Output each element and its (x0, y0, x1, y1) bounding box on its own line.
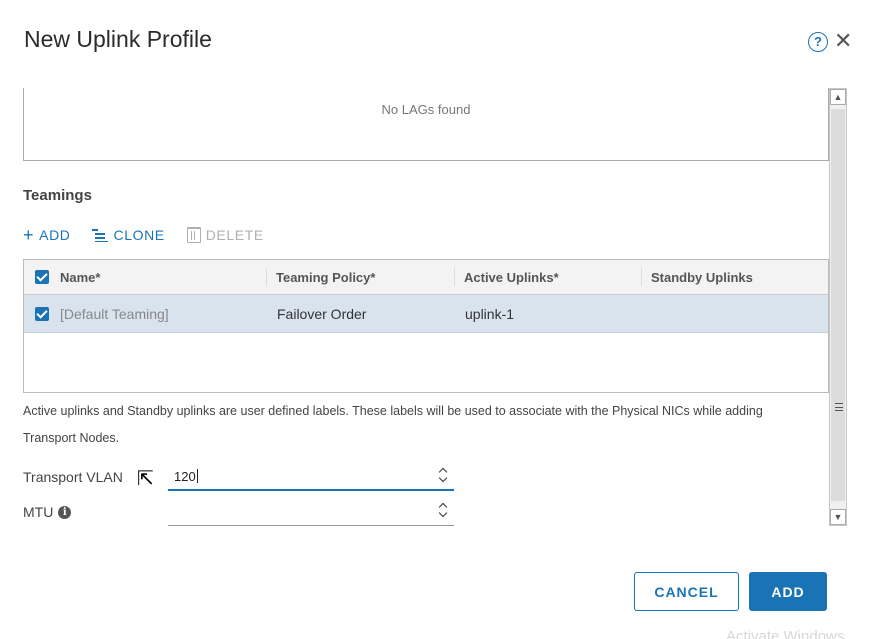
delete-teaming-button[interactable]: DELETE (186, 227, 264, 243)
add-button[interactable]: ADD (749, 572, 827, 611)
lags-grid: No LAGs found (23, 88, 829, 161)
column-header-teaming-policy[interactable]: Teaming Policy * (276, 260, 375, 294)
column-header-name[interactable]: Name * (60, 260, 100, 294)
teamings-grid-header: Name * Teaming Policy * Active Uplinks * St… (24, 260, 828, 295)
mtu-label: MTU i (23, 504, 72, 520)
note-line-2: Transport Nodes. (23, 431, 120, 445)
teaming-name-cell: [Default Teaming] (60, 305, 169, 322)
column-header-standby-uplinks[interactable]: Standby Uplinks (651, 260, 753, 294)
cancel-button[interactable]: CANCEL (634, 572, 739, 611)
transport-vlan-spinner[interactable] (438, 467, 448, 483)
uplink-profile-dialog: New Uplink Profile ? ✕ No LAGs found Tea… (0, 0, 872, 639)
activate-windows-watermark: Activate Windows (726, 628, 845, 639)
teamings-section-title: Teamings (23, 187, 92, 204)
plus-icon: + (23, 225, 35, 245)
scroll-down-button[interactable]: ▼ (830, 509, 846, 525)
column-header-active-uplinks[interactable]: Active Uplinks * (464, 260, 559, 294)
add-teaming-label: ADD (39, 227, 71, 243)
lags-empty-message: No LAGs found (381, 102, 471, 117)
transport-vlan-value: 120 (174, 468, 196, 484)
dialog-title: New Uplink Profile (24, 26, 212, 52)
active-uplinks-cell[interactable]: uplink-1 (465, 295, 514, 332)
select-all-checkbox[interactable] (35, 270, 49, 284)
scrollbar-thumb[interactable] (831, 109, 845, 501)
transport-vlan-label: Transport VLAN (23, 469, 123, 485)
mouse-pointer-icon: ⇱ (137, 468, 154, 490)
uplink-labels-note: Active uplinks and Standby uplinks are u… (23, 398, 823, 452)
teamings-grid: Name * Teaming Policy * Active Uplinks * St… (23, 259, 829, 393)
delete-teaming-label: DELETE (205, 227, 264, 243)
row-checkbox[interactable] (35, 307, 49, 321)
add-teaming-button[interactable]: + ADD (23, 226, 70, 244)
mtu-input[interactable] (168, 498, 454, 526)
table-row[interactable]: [Default Teaming] Failover Order uplink-… (24, 295, 828, 333)
note-line-1: Active uplinks and Standby uplinks are u… (23, 404, 763, 418)
info-icon[interactable]: i (58, 505, 72, 519)
clone-teaming-button[interactable]: CLONE (92, 227, 164, 243)
dialog-scroll-content: No LAGs found Teamings + ADD CLONE DELET… (0, 88, 830, 528)
teaming-policy-cell[interactable]: Failover Order (277, 295, 366, 332)
teamings-toolbar: + ADD CLONE DELETE (23, 226, 264, 244)
dialog-scrollbar[interactable]: ▲ ▼ (829, 88, 847, 526)
clone-icon (92, 228, 109, 242)
scroll-up-button[interactable]: ▲ (830, 89, 846, 105)
help-icon[interactable]: ? (808, 32, 828, 52)
close-icon[interactable]: ✕ (834, 30, 852, 52)
transport-vlan-input[interactable]: 120 (168, 463, 454, 491)
scrollbar-grip-icon (835, 403, 843, 411)
trash-icon (186, 227, 201, 243)
mtu-spinner[interactable] (438, 502, 448, 518)
clone-teaming-label: CLONE (113, 227, 165, 243)
